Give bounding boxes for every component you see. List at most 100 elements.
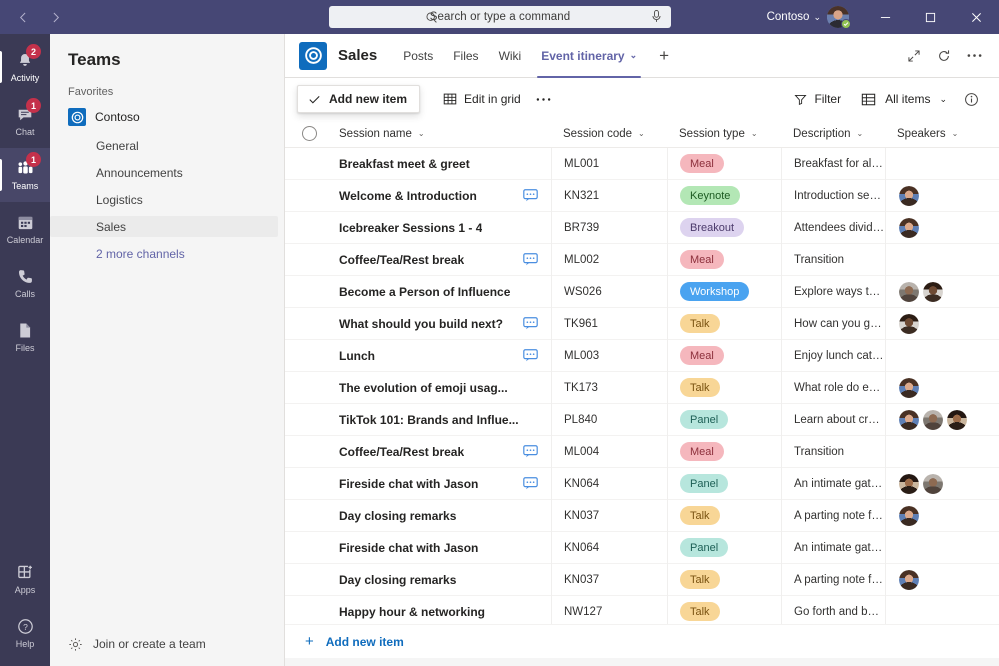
cell-speakers[interactable] (885, 500, 999, 532)
expand-icon[interactable] (901, 43, 927, 69)
cell-speakers[interactable] (885, 244, 999, 276)
cell-session-type[interactable]: Meal (667, 436, 781, 468)
cell-speakers[interactable] (885, 308, 999, 340)
cell-session-name[interactable]: Coffee/Tea/Rest break (327, 244, 551, 276)
sidebar-channel-sales[interactable]: Sales (50, 216, 278, 237)
back-icon[interactable] (10, 4, 36, 30)
cell-session-type[interactable]: Meal (667, 244, 781, 276)
cell-session-code[interactable]: KN321 (551, 180, 667, 212)
table-row[interactable]: Coffee/Tea/Rest breakML002MealTransition… (285, 244, 999, 276)
cell-session-name[interactable]: TikTok 101: Brands and Influe... (327, 404, 551, 436)
cell-session-code[interactable]: NW127 (551, 596, 667, 625)
avatar[interactable] (898, 409, 920, 431)
cell-session-name[interactable]: Breakfast meet & greet (327, 148, 551, 180)
comment-icon[interactable] (523, 477, 539, 490)
cell-session-type[interactable]: Talk (667, 308, 781, 340)
table-row[interactable]: Day closing remarksKN037TalkA parting no… (285, 564, 999, 596)
cell-session-name[interactable]: Day closing remarks (327, 564, 551, 596)
table-row[interactable]: Happy hour & networkingNW127TalkGo forth… (285, 596, 999, 624)
cell-session-type[interactable]: Panel (667, 404, 781, 436)
sidebar-channel-logistics[interactable]: Logistics (50, 189, 284, 210)
rail-item-calendar[interactable]: Calendar (0, 202, 50, 256)
close-button[interactable] (953, 0, 999, 34)
team-contoso[interactable]: Contoso (50, 104, 284, 130)
cell-description[interactable]: Transition (781, 244, 885, 276)
cell-session-code[interactable]: ML002 (551, 244, 667, 276)
avatar[interactable] (922, 409, 944, 431)
rail-item-activity[interactable]: Activity 2 (0, 40, 50, 94)
select-all-checkbox[interactable] (291, 126, 327, 141)
cell-description[interactable]: An intimate gathering... (781, 468, 885, 500)
cell-session-name[interactable]: Become a Person of Influence (327, 276, 551, 308)
cell-speakers[interactable] (885, 468, 999, 500)
cell-session-name[interactable]: Happy hour & networking (327, 596, 551, 625)
avatar[interactable] (898, 473, 920, 495)
cell-description[interactable]: An intimate gathering... (781, 532, 885, 564)
cell-session-code[interactable]: BR739 (551, 212, 667, 244)
table-row[interactable]: Breakfast meet & greetML001MealBreakfast… (285, 148, 999, 180)
minimize-button[interactable] (863, 0, 908, 34)
column-header-session-name[interactable]: Session name ⌄ (327, 128, 551, 140)
cell-description[interactable]: Explore ways to influe... (781, 276, 885, 308)
comment-icon[interactable] (523, 189, 539, 202)
cell-session-type[interactable]: Panel (667, 532, 781, 564)
table-row[interactable]: Welcome & IntroductionKN321KeynoteIntrod… (285, 180, 999, 212)
cell-session-code[interactable]: PL840 (551, 404, 667, 436)
avatar[interactable] (898, 569, 920, 591)
cell-description[interactable]: Introduction session ... (781, 180, 885, 212)
cell-session-code[interactable]: KN064 (551, 468, 667, 500)
more-options-icon[interactable] (961, 43, 987, 69)
cell-description[interactable]: How can you get over... (781, 308, 885, 340)
cell-session-name[interactable]: Fireside chat with Jason (327, 532, 551, 564)
tab-wiki[interactable]: Wiki (489, 34, 532, 78)
avatar[interactable] (946, 409, 968, 431)
cell-session-type[interactable]: Keynote (667, 180, 781, 212)
cell-description[interactable]: A parting note from t... (781, 564, 885, 596)
search-bar[interactable]: Search or type a command (329, 6, 671, 28)
cell-session-type[interactable]: Meal (667, 148, 781, 180)
tab-files[interactable]: Files (443, 34, 488, 78)
cell-speakers[interactable] (885, 596, 999, 625)
tenant-switcher[interactable]: Contoso ⌄ (767, 11, 827, 23)
table-row[interactable]: Coffee/Tea/Rest breakML004MealTransition… (285, 436, 999, 468)
more-commands-button[interactable] (530, 85, 557, 113)
sidebar-channel-announcements[interactable]: Announcements (50, 162, 284, 183)
avatar[interactable] (898, 505, 920, 527)
cell-session-code[interactable]: ML003 (551, 340, 667, 372)
cell-session-code[interactable]: TK961 (551, 308, 667, 340)
avatar[interactable] (898, 281, 920, 303)
avatar[interactable] (898, 377, 920, 399)
table-row[interactable]: Fireside chat with JasonKN064PanelAn int… (285, 468, 999, 500)
cell-description[interactable]: Learn about creating ... (781, 404, 885, 436)
cell-session-name[interactable]: Coffee/Tea/Rest break (327, 436, 551, 468)
rail-item-teams[interactable]: Teams 1 (0, 148, 50, 202)
microphone-icon[interactable] (650, 9, 663, 24)
maximize-button[interactable] (908, 0, 953, 34)
cell-session-type[interactable]: Talk (667, 596, 781, 625)
cell-session-name[interactable]: Welcome & Introduction (327, 180, 551, 212)
cell-session-name[interactable]: Lunch (327, 340, 551, 372)
cell-speakers[interactable] (885, 212, 999, 244)
cell-session-type[interactable]: Talk (667, 372, 781, 404)
forward-icon[interactable] (42, 4, 68, 30)
cell-session-code[interactable]: ML001 (551, 148, 667, 180)
cell-speakers[interactable] (885, 340, 999, 372)
cell-speakers[interactable] (885, 276, 999, 308)
comment-icon[interactable] (523, 317, 539, 330)
cell-speakers[interactable] (885, 372, 999, 404)
column-header-description[interactable]: Description ⌄ (781, 128, 885, 140)
refresh-icon[interactable] (931, 43, 957, 69)
cell-session-code[interactable]: KN064 (551, 532, 667, 564)
cell-session-code[interactable]: WS026 (551, 276, 667, 308)
cell-session-type[interactable]: Talk (667, 564, 781, 596)
filter-button[interactable]: Filter (785, 85, 850, 113)
avatar[interactable] (827, 6, 849, 28)
edit-in-grid-button[interactable]: Edit in grid (434, 85, 530, 113)
table-row[interactable]: The evolution of emoji usag...TK173TalkW… (285, 372, 999, 404)
comment-icon[interactable] (523, 253, 539, 266)
avatar[interactable] (922, 473, 944, 495)
avatar[interactable] (922, 281, 944, 303)
cell-speakers[interactable] (885, 404, 999, 436)
column-header-speakers[interactable]: Speakers ⌄ (885, 128, 999, 140)
cell-description[interactable]: What role do emojis ... (781, 372, 885, 404)
